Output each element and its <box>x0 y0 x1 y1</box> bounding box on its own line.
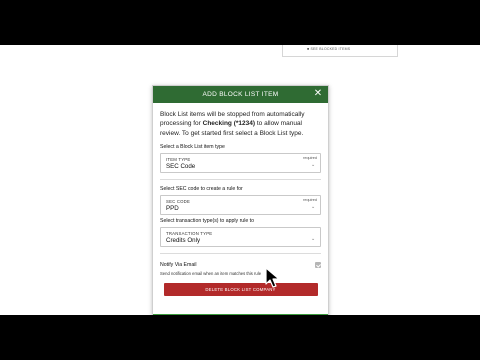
item-type-value: SEC Code <box>166 163 196 171</box>
notify-row: Notify Via Email <box>160 262 321 269</box>
divider <box>160 179 321 181</box>
notify-help-text: Send notification email when an item mat… <box>160 271 262 277</box>
chevron-down-icon: ⌄ <box>311 162 316 169</box>
notify-label: Notify Via Email <box>160 262 197 269</box>
intro-text: Block List items will be stopped from au… <box>160 110 321 138</box>
item-type-select[interactable]: ITEM TYPE SEC Code required ⌄ <box>160 153 321 174</box>
transaction-type-section-label: Select transaction type(s) to apply rule… <box>160 218 254 225</box>
intro-account: Checking (*1234) <box>202 120 256 128</box>
item-type-required: required <box>303 156 317 161</box>
modal-title: ADD BLOCK LIST ITEM <box>202 91 279 98</box>
add-block-list-modal: ADD BLOCK LIST ITEM ✕ Block List items w… <box>152 85 329 315</box>
delete-block-list-company-button[interactable]: DELETE BLOCK LIST COMPANY <box>163 283 318 297</box>
background-card: ■ SEE BLOCKED ITEMS <box>282 45 398 57</box>
sec-code-section-label: Select SEC code to create a rule for <box>160 186 243 193</box>
letterbox-top <box>0 0 480 45</box>
chevron-down-icon: ⌄ <box>311 204 316 211</box>
modal-header: ADD BLOCK LIST ITEM ✕ <box>153 86 328 103</box>
chevron-down-icon: ⌄ <box>311 236 316 243</box>
app-screen: ■ SEE BLOCKED ITEMS ADD BLOCK LIST ITEM … <box>0 45 480 315</box>
sec-code-select[interactable]: SEC CODE PPD required ⌄ <box>160 195 321 216</box>
item-type-section-label: Select a Block List item type <box>160 144 225 151</box>
sec-code-caption: SEC CODE <box>166 199 191 205</box>
sec-code-required: required <box>303 198 317 203</box>
item-type-caption: ITEM TYPE <box>166 157 191 163</box>
mouse-pointer-icon <box>265 267 280 288</box>
notify-checkbox[interactable] <box>315 262 321 269</box>
see-blocked-items-link[interactable]: ■ SEE BLOCKED ITEMS <box>307 47 350 51</box>
modal-body: Block List items will be stopped from au… <box>153 103 328 297</box>
sec-code-value: PPD <box>166 205 179 213</box>
transaction-type-select[interactable]: TRANSACTION TYPE Credits Only ⌄ <box>160 227 321 248</box>
divider <box>160 253 321 255</box>
letterbox-bottom <box>0 315 480 360</box>
close-icon[interactable]: ✕ <box>312 88 324 100</box>
transaction-type-value: Credits Only <box>166 237 201 245</box>
transaction-type-caption: TRANSACTION TYPE <box>166 231 213 237</box>
